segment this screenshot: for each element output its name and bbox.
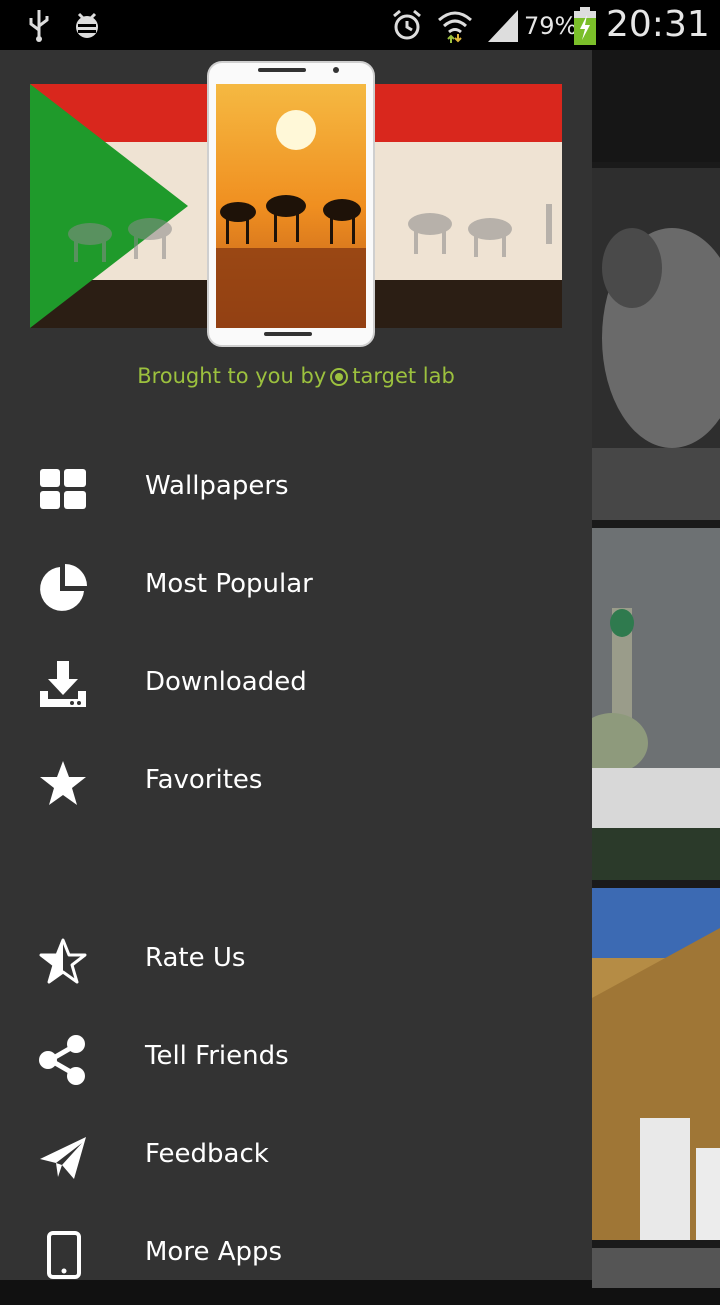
download-icon: [40, 661, 86, 707]
star-icon: [40, 761, 86, 805]
clock-time: 20:31: [606, 4, 710, 45]
pie-chart-icon: [40, 564, 87, 611]
credit-brand: target lab: [352, 364, 455, 388]
wifi-icon: [438, 11, 472, 43]
menu-item-most-popular[interactable]: Most Popular: [0, 539, 592, 637]
status-bar: 79% 20:31: [0, 0, 720, 50]
grid-icon: [40, 469, 86, 509]
menu-item-feedback[interactable]: Feedback: [0, 1109, 592, 1207]
menu-item-rate-us[interactable]: Rate Us: [0, 913, 592, 1011]
wallpaper-thumbnail[interactable]: [592, 1248, 720, 1288]
menu-item-downloaded[interactable]: Downloaded: [0, 637, 592, 735]
usb-icon: [29, 10, 49, 42]
menu-label: Tell Friends: [145, 1041, 289, 1071]
send-icon: [40, 1137, 86, 1179]
menu-item-more-apps[interactable]: More Apps: [0, 1207, 592, 1305]
tablet-icon: [47, 1231, 81, 1279]
menu-item-favorites[interactable]: Favorites: [0, 735, 592, 833]
menu-item-wallpapers[interactable]: Wallpapers: [0, 441, 592, 539]
navigation-drawer: Brought to you by target lab Wallpapers M…: [0, 50, 592, 1280]
menu-item-tell-friends[interactable]: Tell Friends: [0, 1011, 592, 1109]
credit-prefix: Brought to you by: [137, 364, 327, 388]
wallpaper-thumbnail[interactable]: [592, 888, 720, 1240]
menu-label: Rate Us: [145, 943, 246, 973]
menu-label: Favorites: [145, 765, 263, 795]
star-half-icon: [39, 938, 87, 984]
menu-label: Wallpapers: [145, 471, 289, 501]
app-toolbar-background: [592, 50, 720, 162]
signal-icon: [488, 10, 518, 42]
share-icon: [39, 1035, 85, 1085]
menu-label: Downloaded: [145, 667, 307, 697]
battery-percent: 79%: [524, 12, 578, 40]
menu-label: Most Popular: [145, 569, 313, 599]
target-logo-icon: [330, 368, 349, 386]
wallpaper-thumbnail[interactable]: [592, 168, 720, 520]
header-banner-image: [30, 61, 562, 347]
menu-label: More Apps: [145, 1237, 283, 1267]
menu-label: Feedback: [145, 1139, 269, 1169]
wallpaper-thumbnail[interactable]: [592, 528, 720, 880]
alarm-icon: [393, 9, 421, 40]
debug-bug-icon: [76, 12, 98, 38]
credit-line[interactable]: Brought to you by target lab: [0, 364, 592, 388]
battery-charging-icon: [574, 7, 596, 45]
